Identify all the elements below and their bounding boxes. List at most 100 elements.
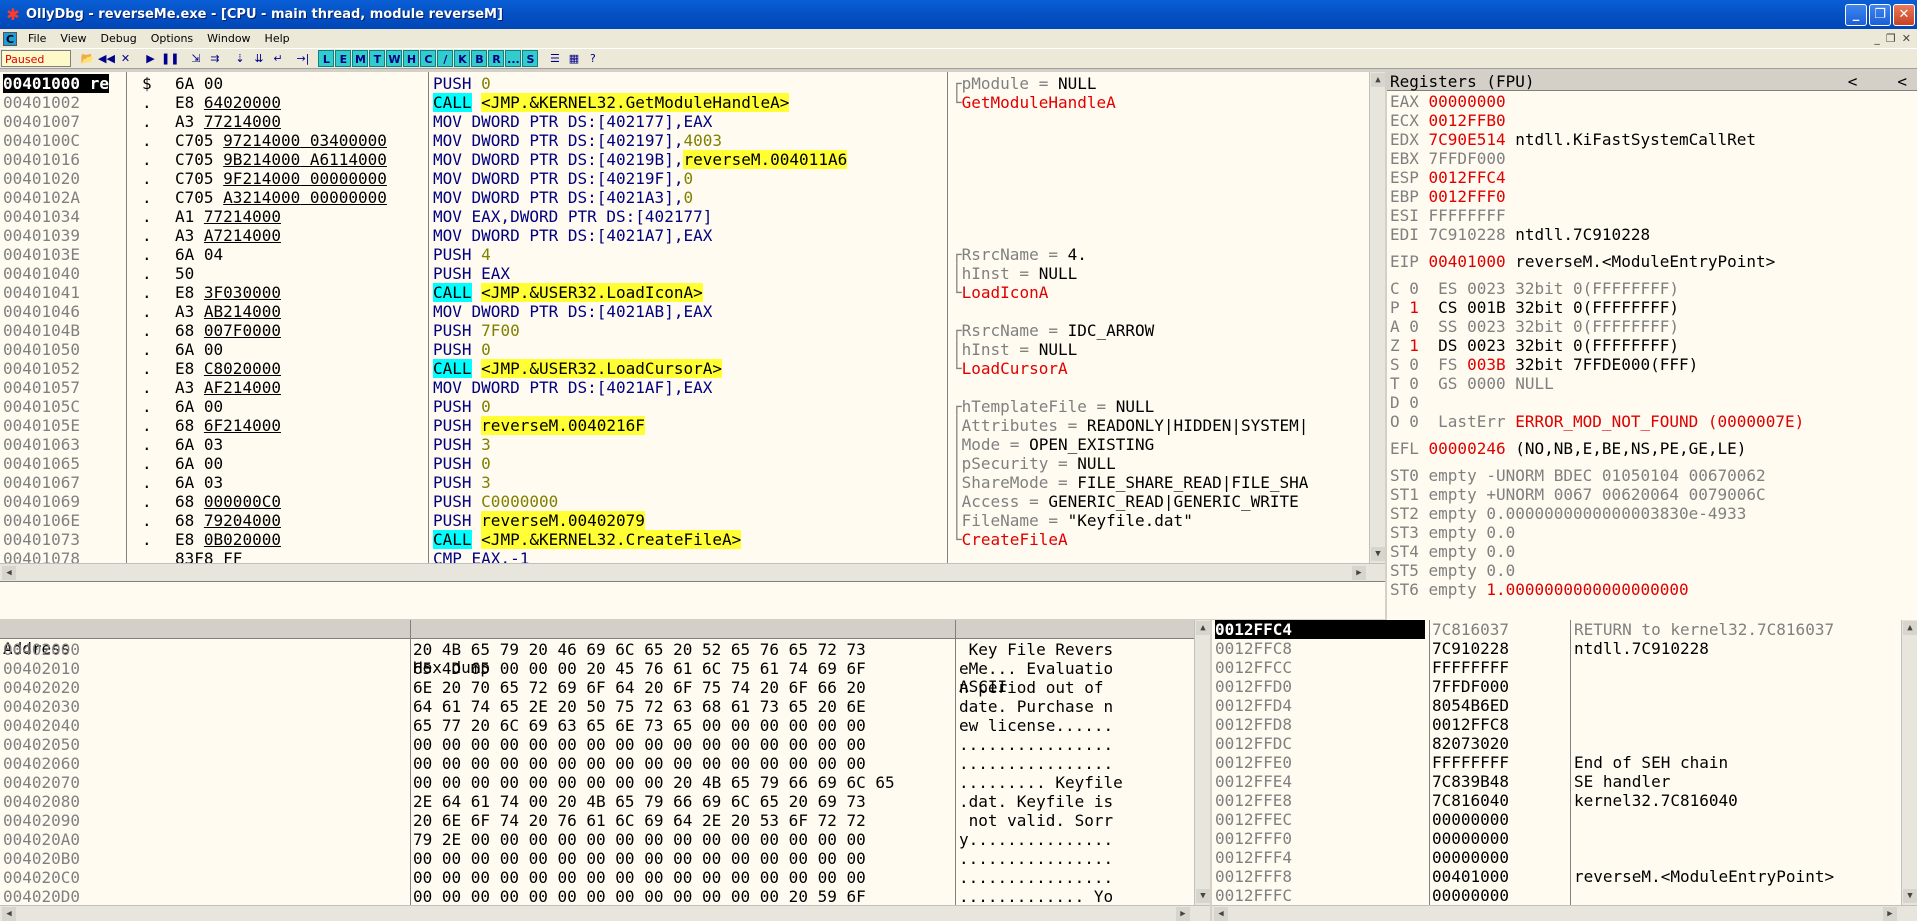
minimize-button[interactable]: _ [1845,3,1867,26]
toolbar-m-button[interactable]: M [352,50,369,67]
stack-row-value[interactable]: 7C910228 [1432,639,1542,658]
dump-row-address[interactable]: 004020D0 [3,887,333,906]
register-line[interactable]: ST3 empty 0.0 [1390,523,1804,542]
dump-row-ascii[interactable]: ......... Keyfile [959,773,1139,792]
dump-row-ascii[interactable]: ................ [959,735,1139,754]
register-line[interactable]: ST0 empty -UNORM BDEC 01050104 00670062 [1390,466,1804,485]
register-line[interactable] [1390,458,1804,466]
scroll-left-arrow-icon[interactable]: ◀ [1214,907,1228,921]
cpu-row-hex[interactable]: 50 [175,264,425,283]
toolbar-h-button[interactable]: H [403,50,420,67]
register-line[interactable]: ESI FFFFFFFF [1390,206,1804,225]
dump-row-hex[interactable]: 64 61 74 65 2E 20 50 75 72 63 68 61 73 6… [413,697,953,716]
child-minimize-icon[interactable]: _ [1874,32,1880,45]
open-icon[interactable]: 📂 [79,50,96,67]
current-eip-address[interactable]: 00401000 re [3,74,109,93]
dump-row-address[interactable]: 004020A0 [3,830,333,849]
stack-row-address[interactable]: 0012FFEC [1215,810,1425,829]
cpu-row-address[interactable]: 0040103E [3,245,125,264]
scroll-down-arrow-icon[interactable]: ▼ [1371,547,1385,561]
cpu-row-address[interactable]: 00401002 [3,93,125,112]
dump-row-ascii[interactable]: ............. Yo [959,887,1139,906]
cpu-row-instruction[interactable]: CALL <JMP.&KERNEL32.CreateFileA> [433,530,943,549]
cpu-row-instruction[interactable]: PUSH 3 [433,473,943,492]
cpu-row-hex[interactable]: C705 9F214000 00000000 [175,169,425,188]
scroll-right-arrow-icon[interactable]: ▶ [1176,907,1190,921]
stack-row-address[interactable]: 0012FFD8 [1215,715,1425,734]
dump-row-address[interactable]: 00402030 [3,697,333,716]
cpu-row-address[interactable]: 0040104B [3,321,125,340]
register-line[interactable]: D 0 [1390,393,1804,412]
dump-row-address[interactable]: 00402020 [3,678,333,697]
dump-row-hex[interactable]: 65 4D 65 00 00 00 20 45 76 61 6C 75 61 7… [413,659,953,678]
stack-row-value[interactable]: 7C816037 [1432,620,1542,639]
cpu-row-address[interactable]: 00401069 [3,492,125,511]
scroll-up-arrow-icon[interactable]: ▲ [1196,621,1210,635]
register-line[interactable]: EIP 00401000 reverseM.<ModuleEntryPoint> [1390,252,1804,271]
stack-row-address[interactable]: 0012FFE4 [1215,772,1425,791]
cpu-row-hex[interactable]: C705 9B214000 A6114000 [175,150,425,169]
register-line[interactable]: EAX 00000000 [1390,92,1804,111]
register-line[interactable]: P 1 CS 001B 32bit 0(FFFFFFFF) [1390,298,1804,317]
dump-row-ascii[interactable]: .dat. Keyfile is [959,792,1139,811]
stack-row-value[interactable]: 00000000 [1432,810,1542,829]
toolbar-slash-button[interactable]: / [437,50,454,67]
pause-icon[interactable]: ❚❚ [161,50,179,67]
cpu-row-address[interactable]: 00401073 [3,530,125,549]
stack-row-value[interactable]: 7FFDF000 [1432,677,1542,696]
cpu-horizontal-scrollbar[interactable]: ◀ ▶ [0,563,1385,581]
cpu-row-address[interactable]: 00401039 [3,226,125,245]
cpu-row-instruction[interactable]: MOV DWORD PTR DS:[40219F],0 [433,169,943,188]
stack-row-value[interactable]: FFFFFFFF [1432,658,1542,677]
stack-row-address[interactable]: 0012FFDC [1215,734,1425,753]
register-line[interactable]: T 0 GS 0000 NULL [1390,374,1804,393]
dump-row-hex[interactable]: 00 00 00 00 00 00 00 00 00 00 00 00 00 2… [413,887,953,906]
stack-row-value[interactable]: 0012FFC8 [1432,715,1542,734]
cpu-row-hex[interactable]: C705 A3214000 00000000 [175,188,425,207]
register-line[interactable]: EDX 7C90E514 ntdll.KiFastSystemCallRet [1390,130,1804,149]
scroll-down-arrow-icon[interactable]: ▼ [1903,889,1917,903]
execute-till-return-icon[interactable]: ↵ [269,50,286,67]
cpu-row-hex[interactable]: 68 79204000 [175,511,425,530]
dump-row-ascii[interactable]: n period out of [959,678,1139,697]
menu-help[interactable]: Help [258,32,297,45]
menu-view[interactable]: View [53,32,93,45]
cpu-row-hex[interactable]: 68 007F0000 [175,321,425,340]
cpu-row-address[interactable]: 00401067 [3,473,125,492]
dump-row-ascii[interactable]: y............... [959,830,1139,849]
goto-icon[interactable]: →| [294,50,311,67]
cpu-row-instruction[interactable]: MOV DWORD PTR DS:[4021A3],0 [433,188,943,207]
menu-file[interactable]: File [21,32,53,45]
scroll-up-arrow-icon[interactable]: ▲ [1371,73,1385,87]
dump-row-ascii[interactable]: Key File Revers [959,640,1139,659]
cpu-row-address[interactable]: 0040100C [3,131,125,150]
cpu-row-instruction[interactable]: PUSH 7F00 [433,321,943,340]
child-restore-icon[interactable]: ❐ [1886,32,1896,45]
cpu-row-instruction[interactable]: CALL <JMP.&KERNEL32.GetModuleHandleA> [433,93,943,112]
scroll-up-arrow-icon[interactable]: ▲ [1903,621,1917,635]
register-line[interactable] [1390,271,1804,279]
stack-pane[interactable]: 0012FFC4 0012FFC8 0012FFCC 0012FFD0 0012FFD4… [1212,620,1917,921]
registers-next-icon[interactable]: < [1897,72,1907,91]
toolbar-r-button[interactable]: R [488,50,505,67]
dump-vertical-scrollbar[interactable]: ▲ ▼ [1194,620,1210,905]
child-close-icon[interactable]: ✕ [1902,32,1911,45]
stack-vertical-scrollbar[interactable]: ▲ ▼ [1901,620,1917,905]
stack-row-value[interactable]: 00000000 [1432,848,1542,867]
cpu-row-address[interactable]: 00401020 [3,169,125,188]
cpu-row-hex[interactable]: 68 6F214000 [175,416,425,435]
register-line[interactable]: EDI 7C910228 ntdll.7C910228 [1390,225,1804,244]
step-into-icon[interactable]: ⇲ [187,50,204,67]
stack-row-address[interactable]: 0012FFE8 [1215,791,1425,810]
toolbar-b-button[interactable]: B [471,50,488,67]
menu-options[interactable]: Options [144,32,200,45]
stack-row-value[interactable]: 8054B6ED [1432,696,1542,715]
cpu-row-instruction[interactable]: CALL <JMP.&USER32.LoadCursorA> [433,359,943,378]
dump-row-address[interactable]: 00402010 [3,659,333,678]
cpu-row-address[interactable]: 0040105C [3,397,125,416]
cpu-row-instruction[interactable]: CALL <JMP.&USER32.LoadIconA> [433,283,943,302]
cpu-row-instruction[interactable]: PUSH reverseM.00402079 [433,511,943,530]
dump-row-ascii[interactable]: ................ [959,849,1139,868]
stack-row-value[interactable]: 82073020 [1432,734,1542,753]
toolbar-s-button[interactable]: S [522,50,539,67]
